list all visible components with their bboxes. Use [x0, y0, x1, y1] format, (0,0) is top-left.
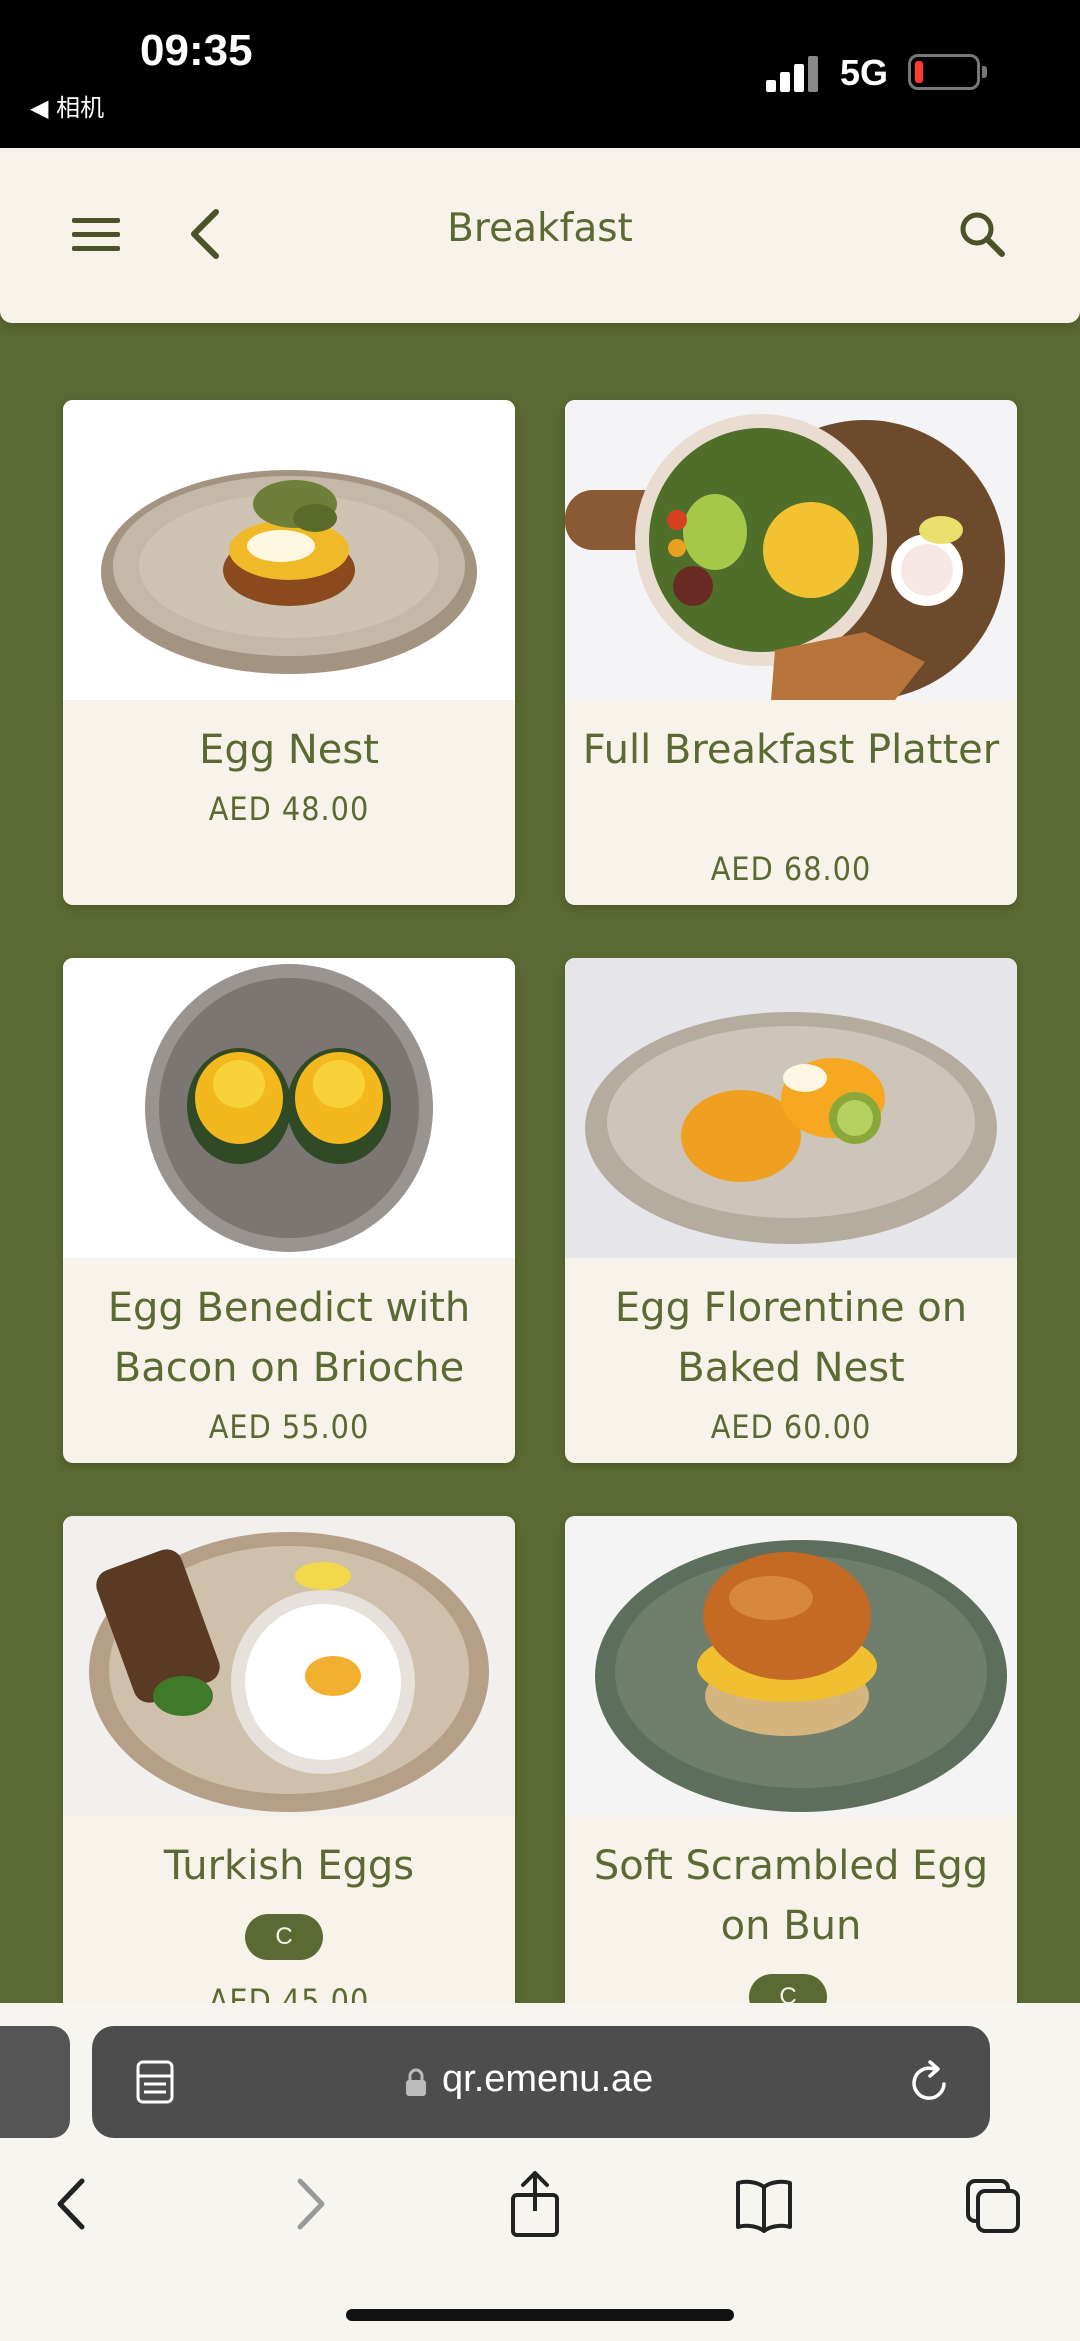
signal-icon	[766, 56, 824, 92]
product-image	[63, 958, 515, 1258]
product-name: Egg Nest	[199, 727, 379, 773]
product-name: Turkish Eggs	[163, 1843, 415, 1889]
product-card[interactable]: Egg Florentine on Baked Nest AED 60.00	[565, 958, 1017, 1463]
product-image	[565, 1516, 1017, 1816]
product-image	[565, 400, 1017, 700]
product-price: AED 48.00	[208, 790, 370, 828]
forward-icon[interactable]	[278, 2169, 338, 2239]
chevron-left-icon[interactable]	[182, 206, 228, 262]
product-name: Soft Scrambled Egg on Bun	[593, 1843, 989, 1949]
page-title: Breakfast	[447, 206, 633, 251]
product-price: AED 68.00	[710, 850, 872, 888]
bookmarks-icon[interactable]	[734, 2169, 794, 2239]
product-price: AED 60.00	[710, 1408, 872, 1446]
product-card[interactable]: Full Breakfast Platter AED 68.00	[565, 400, 1017, 905]
product-image	[63, 1516, 515, 1816]
browser-toolbar: qr.emenu.ae	[0, 2003, 1080, 2341]
battery-icon	[908, 54, 980, 90]
search-icon[interactable]	[956, 208, 1008, 260]
product-badge: C	[245, 1914, 323, 1960]
home-indicator	[346, 2309, 734, 2321]
status-time: 09:35	[140, 26, 253, 75]
product-card[interactable]: Egg Benedict with Bacon on Brioche AED 5…	[63, 958, 515, 1463]
back-to-app-link[interactable]: ◀ 相机	[30, 88, 104, 123]
hamburger-icon[interactable]	[72, 218, 122, 254]
product-name: Egg Florentine on Baked Nest	[614, 1285, 968, 1391]
share-icon[interactable]	[505, 2169, 565, 2239]
product-card[interactable]: Soft Scrambled Egg on Bun C	[565, 1516, 1017, 2036]
product-card[interactable]: Turkish Eggs C AED 45.00	[63, 1516, 515, 2036]
reload-icon[interactable]	[908, 2058, 952, 2106]
app-header: Breakfast	[0, 148, 1080, 323]
product-image	[565, 958, 1017, 1258]
back-icon[interactable]	[44, 2169, 104, 2239]
address-bar[interactable]: qr.emenu.ae	[92, 2026, 990, 2138]
url-text: qr.emenu.ae	[442, 2058, 654, 2100]
page-menu-icon[interactable]	[136, 2060, 174, 2104]
previous-tab[interactable]	[0, 2026, 70, 2138]
product-name: Full Breakfast Platter	[582, 727, 1000, 773]
product-image	[63, 400, 515, 700]
tabs-icon[interactable]	[964, 2169, 1024, 2239]
product-name: Egg Benedict with Bacon on Brioche	[107, 1285, 471, 1391]
status-bar: 09:35 ◀ 相机 5G	[0, 0, 1080, 148]
network-label: 5G	[840, 52, 889, 93]
product-card[interactable]: Egg Nest AED 48.00	[63, 400, 515, 905]
lock-icon	[406, 2068, 426, 2096]
product-price: AED 55.00	[208, 1408, 370, 1446]
